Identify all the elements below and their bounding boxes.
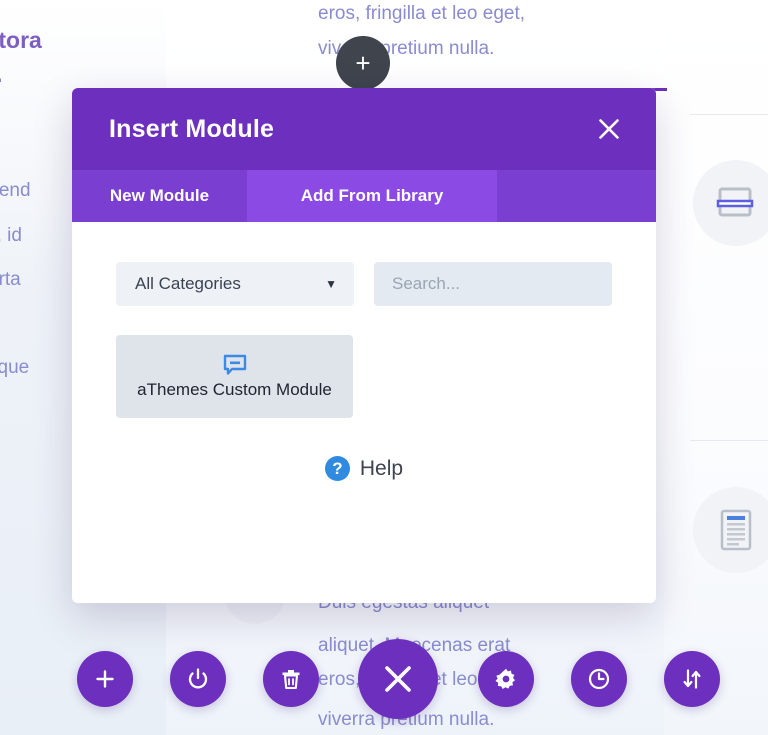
- delete-button[interactable]: [263, 651, 319, 707]
- history-button[interactable]: [571, 651, 627, 707]
- bg-text-2: eleifend: [0, 180, 31, 201]
- power-icon: [187, 668, 209, 690]
- filter-row: All Categories ▼: [116, 262, 612, 306]
- modal-header: Insert Module: [72, 88, 656, 170]
- sort-arrows-icon: [681, 668, 703, 690]
- module-grid: aThemes Custom Module: [116, 335, 612, 418]
- bg-column-right: [664, 0, 768, 735]
- modal-tab-bar: New Module Add From Library: [72, 170, 656, 222]
- tab-add-from-library[interactable]: Add From Library: [247, 170, 497, 222]
- modal-close-button[interactable]: [592, 112, 626, 146]
- help-icon: ?: [324, 456, 350, 481]
- bg-text-3: a, id: [0, 225, 22, 246]
- module-card-label: aThemes Custom Module: [137, 379, 332, 399]
- modal-body: All Categories ▼ aThemes Custom Module ?…: [72, 222, 656, 603]
- bg-text-1: .: [0, 52, 2, 97]
- sort-button[interactable]: [664, 651, 720, 707]
- settings-button[interactable]: [478, 651, 534, 707]
- bg-divider-1: [690, 440, 768, 441]
- insert-module-modal: Insert Module New Module Add From Library…: [72, 88, 656, 603]
- tab-new-module[interactable]: New Module: [72, 170, 247, 222]
- gear-icon: [495, 668, 517, 690]
- bg-add-module-plus-icon: +: [355, 48, 371, 78]
- category-select[interactable]: All Categories ▼: [116, 262, 354, 306]
- add-section-button[interactable]: [77, 651, 133, 707]
- module-card[interactable]: aThemes Custom Module: [116, 335, 353, 418]
- chevron-down-icon: ▼: [325, 277, 337, 291]
- category-select-value: All Categories: [135, 274, 241, 293]
- search-input[interactable]: [374, 262, 612, 306]
- plus-icon: [95, 669, 115, 689]
- bg-divider-0: [690, 114, 768, 115]
- help-link[interactable]: ? Help: [116, 456, 612, 481]
- bg-text-4: orta: [0, 269, 21, 290]
- comment-bubble-icon: [223, 354, 247, 376]
- close-icon: [383, 664, 413, 694]
- close-builder-button[interactable]: [358, 639, 438, 719]
- modal-title: Insert Module: [109, 114, 275, 143]
- trash-icon: [281, 668, 301, 690]
- help-label: Help: [359, 456, 404, 480]
- close-icon: [599, 119, 619, 139]
- bg-add-module-button[interactable]: +: [336, 36, 390, 90]
- page-settings-button[interactable]: [170, 651, 226, 707]
- bg-text-0: itora: [0, 27, 42, 53]
- bg-text-5: sque: [0, 357, 30, 378]
- clock-icon: [588, 668, 610, 690]
